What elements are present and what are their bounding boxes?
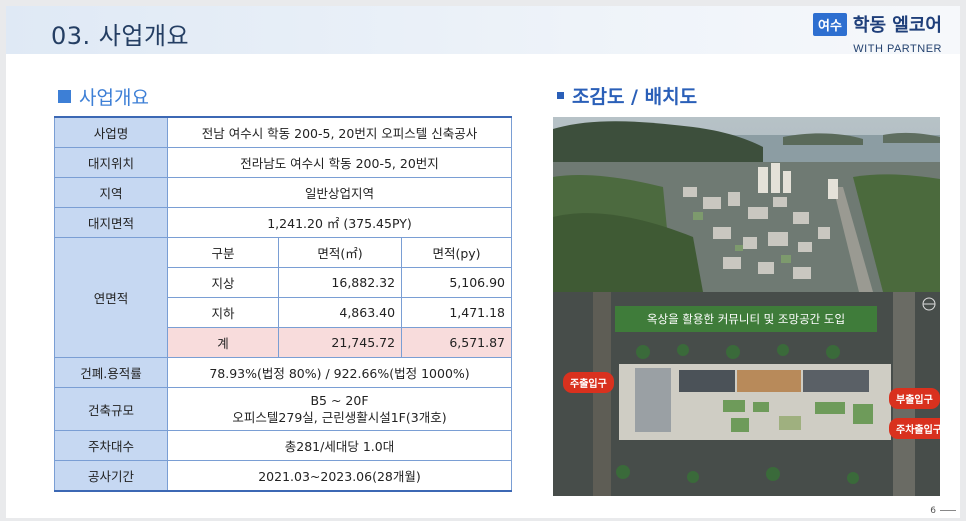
table-row: 대지위치 전라남도 여수시 학동 200-5, 20번지	[54, 147, 512, 178]
row-label: 공사기간	[54, 460, 168, 492]
table-row: 지역 일반상업지역	[54, 177, 512, 208]
page-number: 6	[930, 506, 936, 516]
table-row: 연면적 구분 면적(㎡) 면적(py)	[54, 237, 512, 358]
column-header: 면적(py)	[401, 237, 512, 268]
table-row: 공사기간 2021.03~2023.06(28개월)	[54, 460, 512, 492]
area-py: 6,571.87	[401, 327, 512, 358]
area-name: 지상	[167, 267, 279, 298]
parking-entrance-callout: 주차출입구	[889, 418, 940, 439]
row-label: 사업명	[54, 116, 168, 148]
area-name: 계	[167, 327, 279, 358]
section-title-overview: 사업개요	[58, 83, 149, 110]
section-title-text: 조감도 / 배치도	[572, 86, 698, 108]
area-py: 5,106.90	[401, 267, 512, 298]
table-row: 건축규모 B5 ~ 20F 오피스텔279실, 근린생활시설1F(3개호)	[54, 387, 512, 431]
row-label: 대지위치	[54, 147, 168, 178]
site-plan-banner: 옥상을 활용한 커뮤니티 및 조망공간 도입	[615, 306, 877, 332]
page-title: 03. 사업개요	[51, 22, 190, 50]
section-title-plan: 조감도 / 배치도	[557, 82, 697, 109]
row-label: 대지면적	[54, 207, 168, 238]
row-value: 78.93%(법정 80%) / 922.66%(법정 1000%)	[167, 357, 512, 388]
row-value: 총281/세대당 1.0대	[167, 430, 512, 461]
scale-line-1: B5 ~ 20F	[310, 393, 369, 408]
project-overview-table: 사업명 전남 여수시 학동 200-5, 20번지 오피스텔 신축공사 대지위치…	[54, 116, 512, 492]
site-plan: 옥상을 활용한 커뮤니티 및 조망공간 도입 주출입구 부출입구 주차출입구	[553, 292, 940, 496]
brand-badge: 여수	[813, 12, 847, 36]
area-sqm: 21,745.72	[277, 327, 403, 358]
slide: 03. 사업개요 여수 학동 엘코어 WITH PARTNER 사업개요 조감도…	[6, 6, 960, 518]
brand-subtitle: WITH PARTNER	[853, 43, 942, 55]
row-value: 일반상업지역	[167, 177, 512, 208]
row-label: 건폐.용적률	[54, 357, 168, 388]
header-bar: 03. 사업개요 여수 학동 엘코어 WITH PARTNER	[6, 6, 960, 55]
row-value: 전라남도 여수시 학동 200-5, 20번지	[167, 147, 512, 178]
row-label: 지역	[54, 177, 168, 208]
column-header: 면적(㎡)	[277, 237, 403, 268]
square-bullet-icon	[58, 90, 71, 103]
row-value: B5 ~ 20F 오피스텔279실, 근린생활시설1F(3개호)	[167, 387, 512, 431]
page-divider	[940, 510, 956, 511]
brand-name: 학동 엘코어	[852, 15, 942, 36]
aerial-photo	[553, 117, 940, 292]
side-entrance-callout: 부출입구	[889, 388, 940, 409]
brand-logo: 여수 학동 엘코어 WITH PARTNER	[813, 11, 942, 55]
main-entrance-callout: 주출입구	[563, 372, 614, 393]
table-row: 대지면적 1,241.20 ㎡ (375.45PY)	[54, 207, 512, 238]
table-row: 주차대수 총281/세대당 1.0대	[54, 430, 512, 461]
table-row: 사업명 전남 여수시 학동 200-5, 20번지 오피스텔 신축공사	[54, 116, 512, 148]
area-name: 지하	[167, 297, 279, 328]
scale-line-2: 오피스텔279실, 근린생활시설1F(3개호)	[232, 410, 447, 425]
row-value: 1,241.20 ㎡ (375.45PY)	[167, 207, 512, 238]
table-row: 건폐.용적률 78.93%(법정 80%) / 922.66%(법정 1000%…	[54, 357, 512, 388]
column-header: 구분	[167, 237, 279, 268]
row-value: 2021.03~2023.06(28개월)	[167, 460, 512, 492]
row-label: 연면적	[54, 237, 168, 358]
area-sqm: 16,882.32	[277, 267, 403, 298]
area-py: 1,471.18	[401, 297, 512, 328]
row-label: 주차대수	[54, 430, 168, 461]
row-label: 건축규모	[54, 387, 168, 431]
row-value: 전남 여수시 학동 200-5, 20번지 오피스텔 신축공사	[167, 116, 512, 148]
square-bullet-icon	[557, 92, 564, 99]
section-title-text: 사업개요	[79, 87, 149, 109]
area-sqm: 4,863.40	[277, 297, 403, 328]
